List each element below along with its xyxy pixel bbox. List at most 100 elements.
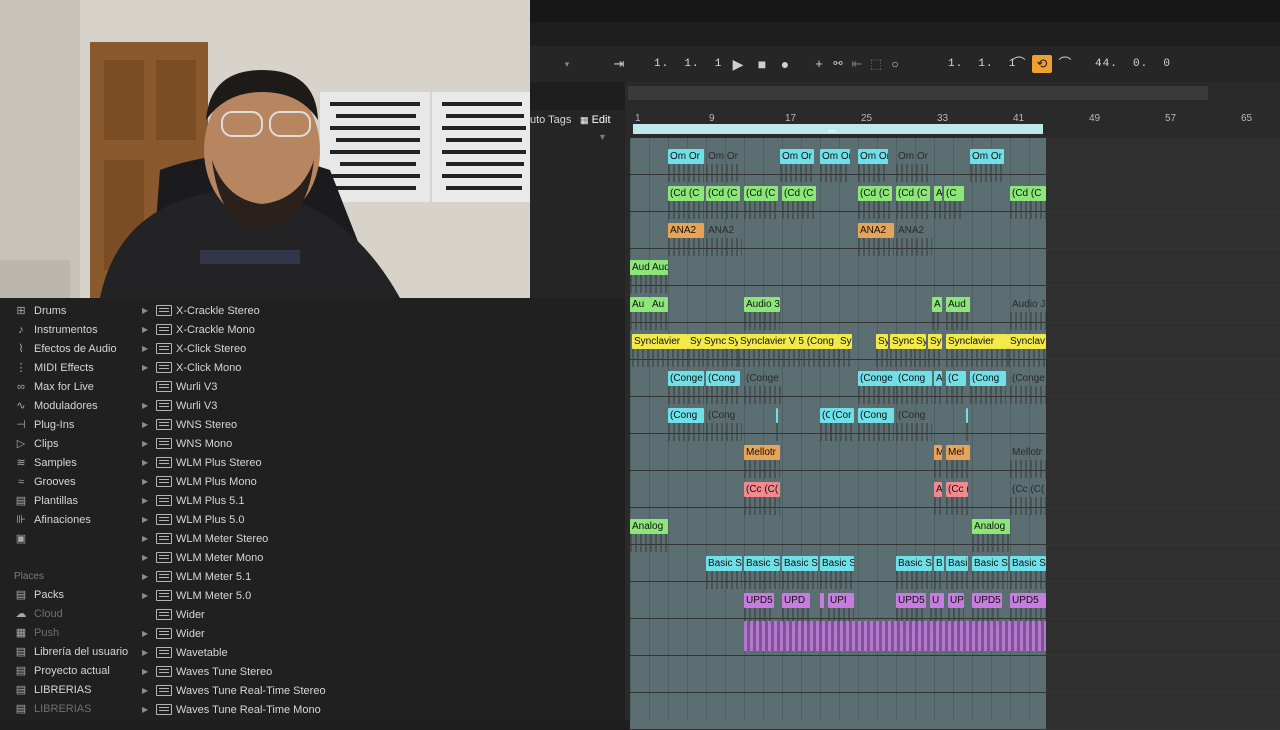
category-clips[interactable]: ▷ Clips <box>14 434 59 453</box>
punch-out-icon[interactable]: ⌒ <box>1056 55 1074 73</box>
device-item[interactable]: Wider <box>142 605 205 624</box>
arrangement-clip[interactable]: (Cc (C( <box>744 482 780 497</box>
device-item[interactable]: ▶ WLM Meter 5.1 <box>142 567 251 586</box>
device-item[interactable]: Wurli V3 <box>142 377 217 396</box>
arrangement-clip[interactable]: ANA2 <box>858 223 894 238</box>
loop-start[interactable]: 1. 1. 1 <box>948 58 1016 70</box>
arrangement-clip[interactable]: UPD <box>782 593 810 608</box>
category-moduladores[interactable]: ∿ Moduladores <box>14 396 97 415</box>
category-plug-ins[interactable]: ⊣ Plug-Ins <box>14 415 74 434</box>
category-instrumentos[interactable]: ♪ Instrumentos <box>14 320 97 339</box>
arrangement-clip[interactable]: Om Or <box>668 149 704 164</box>
arrangement-clip[interactable]: (Cong <box>858 408 894 423</box>
arrangement-clip[interactable]: UP <box>948 593 964 608</box>
device-item[interactable]: ▶ Wavetable <box>142 643 228 662</box>
arrangement-clip[interactable]: A <box>934 482 942 497</box>
device-item[interactable]: ▶ Wurli V3 <box>142 396 217 415</box>
arrangement-clip[interactable]: (Conge <box>858 371 896 386</box>
expand-arrow-icon[interactable]: ▶ <box>142 344 156 353</box>
arrangement-clip[interactable]: UPI <box>828 593 854 608</box>
device-item[interactable]: ▶ WLM Plus Mono <box>142 472 257 491</box>
arrangement-clip[interactable]: Sy <box>928 334 942 349</box>
arrangement-clip[interactable]: Basic S <box>744 556 780 571</box>
arrangement-clip[interactable]: (Cd (C <box>744 186 778 201</box>
expand-arrow-icon[interactable]: ▶ <box>142 705 156 714</box>
expand-arrow-icon[interactable]: ▶ <box>142 591 156 600</box>
expand-arrow-icon[interactable]: ▶ <box>142 515 156 524</box>
place-item[interactable]: ▤ LIBRERIAS <box>14 680 92 699</box>
arrangement-clip[interactable]: Basi <box>946 556 968 571</box>
expand-arrow-icon[interactable]: ▶ <box>142 477 156 486</box>
arrangement-clip[interactable]: Synclavier <box>946 334 1008 349</box>
place-item[interactable]: ▤ Packs <box>14 585 64 604</box>
arrangement-clip[interactable]: UPD5 <box>896 593 926 608</box>
follow-icon[interactable]: ⇥ <box>610 55 628 73</box>
arrangement-clip[interactable]: (Conge <box>744 371 784 386</box>
arrangement-clip[interactable]: (Cc (C( <box>1010 482 1046 497</box>
loop-length[interactable]: 44. 0. 0 <box>1095 58 1171 70</box>
arrangement-clip[interactable]: Sync <box>702 334 726 349</box>
track-lanes[interactable]: Om Or Om Or Om Or Om Or Om Or Om Or Om Or (Cd (… <box>630 138 1280 730</box>
arrangement-clip[interactable]: Analog <box>630 519 668 534</box>
device-item[interactable]: ▶ WLM Meter Mono <box>142 548 263 567</box>
arrangement-clip[interactable]: Aud <box>630 260 650 275</box>
device-item[interactable]: ▶ X-Click Stereo <box>142 339 246 358</box>
arrangement-clip[interactable]: ANA2 <box>668 223 704 238</box>
arrangement-clip[interactable]: (Cd (C <box>668 186 704 201</box>
arrangement-clip[interactable]: Om Or <box>896 149 930 164</box>
arrangement-clip[interactable]: Aud <box>650 260 668 275</box>
arrangement-clip[interactable]: Basic S <box>706 556 742 571</box>
place-item[interactable]: ▤ LIBRERIAS <box>14 699 92 718</box>
arrangement-clip[interactable]: A <box>932 297 942 312</box>
play-icon[interactable]: ▶ <box>729 55 747 73</box>
arrangement-clip[interactable]: (C <box>946 371 966 386</box>
record-icon[interactable]: ● <box>776 55 794 73</box>
arrangement-clip[interactable]: Mellotr <box>1010 445 1046 460</box>
arrangement-clip[interactable]: (Cd (C <box>782 186 816 201</box>
arrangement-clip[interactable]: Mel <box>946 445 970 460</box>
arrangement-clip[interactable]: Sy <box>838 334 852 349</box>
arrangement-clip[interactable]: ANA2 <box>706 223 742 238</box>
arrangement-clip[interactable]: U <box>930 593 944 608</box>
arrangement-position[interactable]: 1. 1. 1 <box>654 58 722 70</box>
arrangement-clip[interactable]: (Cong <box>970 371 1006 386</box>
arrangement-clip[interactable]: Audio 3 <box>744 297 780 312</box>
arrangement-clip[interactable]: Basic S <box>896 556 932 571</box>
arrangement-clip[interactable]: B <box>934 556 944 571</box>
expand-arrow-icon[interactable]: ▶ <box>142 648 156 657</box>
device-item[interactable]: ▶ WLM Plus 5.0 <box>142 510 244 529</box>
arrangement-clip[interactable]: (Cd (C <box>1010 186 1046 201</box>
arrangement-clip[interactable]: Audio J <box>1010 297 1046 312</box>
device-item[interactable]: ▶ WLM Plus Stereo <box>142 453 262 472</box>
expand-arrow-icon[interactable]: ▶ <box>142 496 156 505</box>
collapse-icon[interactable]: ▼ <box>598 132 607 142</box>
arrangement-clip[interactable]: Basic S <box>820 556 854 571</box>
arrangement-clip[interactable]: (Conge <box>1010 371 1046 386</box>
arrangement-clip[interactable]: (Cor <box>830 408 854 423</box>
expand-arrow-icon[interactable]: ▶ <box>142 306 156 315</box>
expand-arrow-icon[interactable]: ▶ <box>142 401 156 410</box>
arrangement-clip[interactable]: (Cong <box>706 371 740 386</box>
arrangement-clip[interactable]: A <box>934 186 942 201</box>
device-item[interactable]: ▶ X-Click Mono <box>142 358 241 377</box>
category-grooves[interactable]: ≈ Grooves <box>14 472 76 491</box>
arrangement-clip[interactable] <box>820 593 824 608</box>
device-item[interactable]: ▶ WNS Stereo <box>142 415 237 434</box>
expand-arrow-icon[interactable]: ▶ <box>142 629 156 638</box>
arrangement-clip[interactable]: Au <box>650 297 668 312</box>
dropdown-icon[interactable]: ▾ <box>558 55 576 73</box>
overdub-icon[interactable]: + <box>810 55 828 73</box>
arrangement-clip[interactable]: Om Or <box>820 149 850 164</box>
arrangement-clip[interactable]: UPD5 <box>744 593 774 608</box>
place-item[interactable]: ☁ Cloud <box>14 604 63 623</box>
overview-bar[interactable] <box>628 86 1208 100</box>
arrangement-clip[interactable]: Sy <box>876 334 888 349</box>
arrangement-clip[interactable]: Au <box>630 297 650 312</box>
arrangement-clip[interactable]: UPD5 <box>972 593 1002 608</box>
expand-arrow-icon[interactable]: ▶ <box>142 667 156 676</box>
track-lane[interactable] <box>630 656 1280 693</box>
arrangement-clip[interactable]: Om Or <box>706 149 740 164</box>
arrangement-clip[interactable]: Synclavier V 5 (Cong <box>738 334 838 349</box>
arrangement-clip[interactable]: (Cong <box>706 408 742 423</box>
arrangement-clip[interactable]: (Cc (C( <box>946 482 968 497</box>
